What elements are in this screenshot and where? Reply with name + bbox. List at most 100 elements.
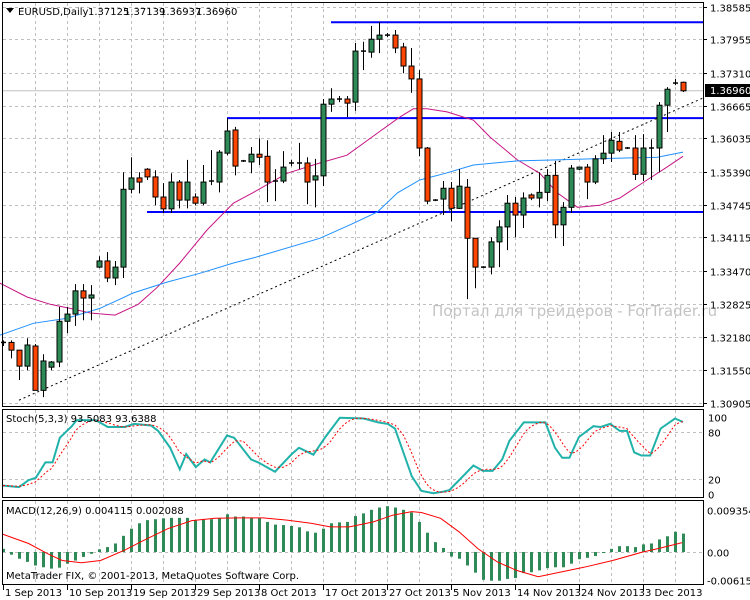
candle-bull bbox=[576, 166, 583, 170]
macd-histogram-bar bbox=[562, 552, 565, 568]
candle-bull bbox=[120, 188, 127, 268]
macd-histogram-bar bbox=[514, 552, 517, 579]
macd-histogram-bar bbox=[194, 520, 197, 552]
stoch-axis-label: 0 bbox=[708, 491, 714, 502]
macd-histogram-bar bbox=[610, 548, 613, 552]
candle-bear bbox=[472, 237, 479, 268]
candle-bull bbox=[112, 266, 119, 279]
candle-bull bbox=[56, 320, 63, 363]
date-axis-label: 29 Sep 2013 bbox=[197, 588, 260, 599]
macd-histogram-bar bbox=[250, 517, 253, 552]
macd-histogram-bar bbox=[594, 552, 597, 557]
metatrader-chart[interactable]: Портал для трейдеров - ForTrader.ru 1.38… bbox=[0, 0, 750, 600]
candle-bear bbox=[176, 181, 183, 201]
macd-histogram-bar bbox=[674, 531, 677, 552]
macd-histogram-bar bbox=[362, 513, 365, 552]
date-axis-label: 1 Sep 2013 bbox=[5, 588, 62, 599]
macd-histogram-bar bbox=[82, 552, 85, 557]
candle-bear bbox=[400, 46, 407, 67]
macd-histogram-bar bbox=[282, 525, 285, 552]
macd-histogram-bar bbox=[274, 524, 277, 552]
candle-bull bbox=[184, 181, 191, 201]
candle-bull bbox=[520, 197, 527, 216]
candle-bull bbox=[248, 153, 255, 163]
macd-histogram-bar bbox=[114, 543, 117, 552]
date-axis-label: 17 Oct 2013 bbox=[325, 588, 387, 599]
candle-bear bbox=[416, 78, 423, 149]
candle-bull bbox=[128, 177, 135, 190]
macd-histogram-bar bbox=[306, 531, 309, 552]
macd-title: MACD(12,26,9) 0.004115 0.002088 bbox=[6, 506, 184, 517]
candle-bull bbox=[320, 103, 327, 177]
macd-histogram-bar bbox=[130, 528, 133, 552]
date-axis-label: 8 Oct 2013 bbox=[261, 588, 316, 599]
candle-bull bbox=[608, 139, 615, 154]
stoch-signal-line bbox=[2, 417, 684, 493]
candle-bull bbox=[600, 152, 607, 160]
macd-histogram-bar bbox=[634, 547, 637, 552]
macd-histogram-bar bbox=[330, 523, 333, 552]
price-axis-label: 1.37955 bbox=[710, 36, 750, 47]
candle-bull bbox=[368, 38, 375, 53]
macd-histogram-bar bbox=[602, 552, 605, 553]
candles bbox=[1, 22, 687, 398]
price-axis-label: 1.36035 bbox=[710, 135, 750, 146]
price-axis-label: 1.32180 bbox=[710, 334, 750, 345]
candle-bull bbox=[200, 181, 207, 204]
macd-histogram-bar bbox=[226, 514, 229, 552]
candle-bear bbox=[16, 349, 23, 367]
macd-histogram-bar bbox=[530, 552, 533, 573]
macd-histogram-bar bbox=[314, 532, 317, 552]
macd-histogram-bar bbox=[578, 552, 581, 560]
candle-bull bbox=[504, 202, 511, 228]
date-axis-label: 24 Nov 2013 bbox=[581, 588, 645, 599]
macd-histogram-bar bbox=[266, 521, 269, 552]
macd-histogram-bar bbox=[490, 552, 493, 581]
macd-histogram-bar bbox=[522, 552, 525, 574]
candle-bull bbox=[64, 313, 71, 322]
candle-bear bbox=[632, 147, 639, 175]
macd-histogram-bar bbox=[570, 552, 573, 564]
candle-bear bbox=[392, 34, 399, 49]
macd-histogram-bar bbox=[138, 523, 141, 552]
macd-histogram-bar bbox=[426, 532, 429, 552]
macd-axis-label: 0.009354 bbox=[707, 507, 750, 518]
candle-bear bbox=[232, 129, 239, 167]
macd-histogram-bar bbox=[386, 506, 389, 552]
stoch-axis-label: 20 bbox=[708, 476, 721, 487]
price-axis-label: 1.34115 bbox=[710, 234, 750, 245]
candle-bull bbox=[544, 174, 551, 193]
candle-bull bbox=[40, 360, 47, 391]
candle-bull bbox=[496, 226, 503, 243]
macd-histogram-bar bbox=[410, 512, 413, 552]
macd-histogram-bar bbox=[146, 520, 149, 552]
candle-bull bbox=[592, 158, 599, 183]
candle-bear bbox=[528, 194, 535, 199]
candle-bull bbox=[24, 344, 31, 367]
candle-bear bbox=[304, 162, 311, 183]
macd-histogram-bar bbox=[34, 552, 37, 566]
macd-histogram-bar bbox=[538, 552, 541, 571]
macd-histogram-bar bbox=[242, 516, 245, 552]
macd-panel bbox=[2, 506, 685, 581]
macd-histogram-bar bbox=[418, 521, 421, 552]
candle-bull bbox=[656, 104, 663, 149]
candle-bear bbox=[8, 341, 15, 351]
macd-histogram-bar bbox=[18, 552, 21, 559]
macd-axis-label: -0.006153 bbox=[707, 577, 750, 588]
candle-bear bbox=[80, 290, 87, 299]
collapse-triangle-icon[interactable] bbox=[6, 8, 14, 13]
macd-histogram-bar bbox=[586, 552, 589, 558]
macd-histogram-bar bbox=[202, 519, 205, 552]
macd-histogram-bar bbox=[42, 552, 45, 568]
macd-histogram-bar bbox=[258, 517, 261, 552]
macd-histogram-bar bbox=[402, 509, 405, 552]
price-axis-label: 1.37310 bbox=[710, 70, 750, 81]
candle-bull bbox=[640, 147, 647, 175]
macd-histogram-bar bbox=[666, 536, 669, 552]
close-value: 1.36960 bbox=[196, 7, 237, 18]
candle-bear bbox=[104, 260, 111, 279]
price-axis-label: 1.35390 bbox=[710, 169, 750, 180]
macd-histogram-bar bbox=[98, 549, 101, 552]
macd-histogram-bar bbox=[186, 517, 189, 552]
